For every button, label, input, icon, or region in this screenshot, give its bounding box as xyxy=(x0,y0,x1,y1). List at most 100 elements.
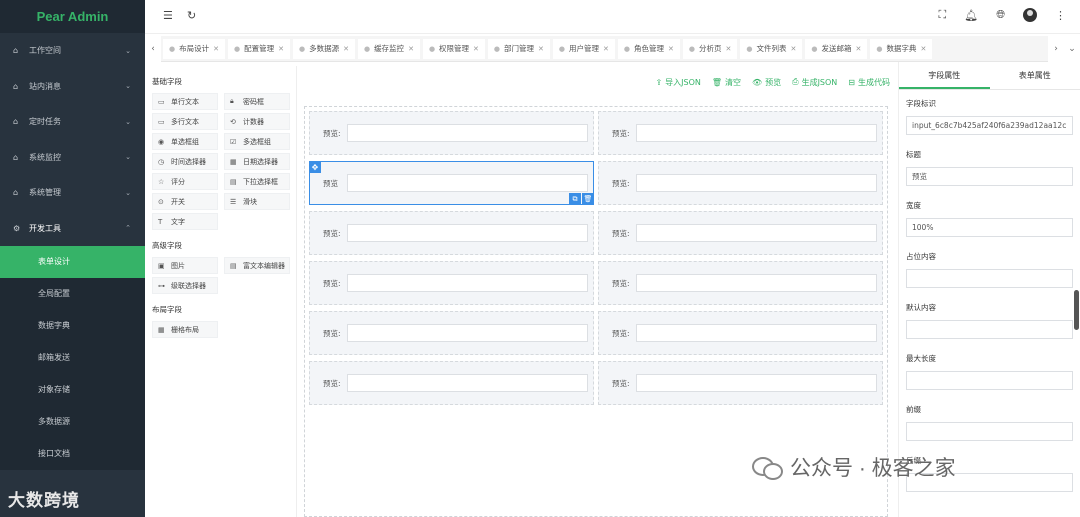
property-input[interactable]: 预览 xyxy=(906,167,1073,186)
tab-form-properties[interactable]: 表单属性 xyxy=(990,62,1080,89)
sidebar-item[interactable]: ⌂ 工作空间 ⌄ xyxy=(0,33,145,69)
form-field-selected[interactable]: 预览 ✥ ⧉ 🗑︎ xyxy=(309,161,594,205)
form-field-input[interactable] xyxy=(347,324,588,342)
fullscreen-icon[interactable]: ⛶ xyxy=(939,8,947,22)
clear-button[interactable]: 🗑︎ 清空 xyxy=(712,77,741,88)
palette-item[interactable]: ▣ 图片 xyxy=(152,257,218,274)
form-field[interactable]: 预览: xyxy=(309,261,594,305)
palette-item[interactable]: ▤ 下拉选择框 xyxy=(224,173,290,190)
form-field-input[interactable] xyxy=(636,324,877,342)
sidebar-item[interactable]: ⚙ 开发工具 ⌃ xyxy=(0,211,145,247)
gen-code-button[interactable]: ⊟ 生成代码 xyxy=(848,77,890,88)
form-field-input[interactable] xyxy=(347,124,588,142)
grid-row[interactable]: 预览: 预览: xyxy=(309,111,883,155)
globe-icon[interactable]: 🌐︎ xyxy=(996,8,1005,22)
tab-item[interactable]: ● 布局设计 ✕ xyxy=(163,38,225,59)
tab-item[interactable]: ● 部门管理 ✕ xyxy=(487,38,550,59)
form-field-input[interactable] xyxy=(636,224,877,242)
sidebar-item[interactable]: ⌂ 定时任务 ⌄ xyxy=(0,104,145,140)
sidebar-item[interactable]: ⌂ 系统管理 ⌄ xyxy=(0,175,145,211)
bell-icon[interactable]: 🔔︎ xyxy=(964,9,978,22)
copy-icon[interactable]: ⧉ xyxy=(569,193,581,205)
properties-scrollbar[interactable] xyxy=(1074,290,1079,330)
tab-item[interactable]: ● 文件列表 ✕ xyxy=(740,38,803,59)
form-field[interactable]: 预览: xyxy=(309,311,594,355)
property-input[interactable] xyxy=(906,269,1073,288)
close-icon[interactable]: ✕ xyxy=(278,45,284,53)
tab-item[interactable]: ● 缓存监控 ✕ xyxy=(357,38,420,59)
sidebar-subitem[interactable]: 表单设计 xyxy=(0,246,145,278)
grid-row[interactable]: 预览: 预览: xyxy=(309,311,883,355)
tab-item[interactable]: ● 发送邮箱 ✕ xyxy=(805,38,868,59)
close-icon[interactable]: ✕ xyxy=(790,45,796,53)
property-input[interactable] xyxy=(906,422,1073,441)
grid-row[interactable]: 预览: 预览: xyxy=(309,211,883,255)
form-field[interactable]: 预览: xyxy=(598,161,883,205)
form-field-input[interactable] xyxy=(636,174,877,192)
close-icon[interactable]: ✕ xyxy=(343,45,349,53)
close-icon[interactable]: ✕ xyxy=(408,45,414,53)
form-field-input[interactable] xyxy=(347,224,588,242)
palette-item[interactable]: ⊶ 级联选择器 xyxy=(152,277,218,294)
close-icon[interactable]: ✕ xyxy=(920,45,926,53)
close-icon[interactable]: ✕ xyxy=(725,45,731,53)
form-field[interactable]: 预览: xyxy=(598,361,883,405)
more-icon[interactable]: ⋮ xyxy=(1055,9,1066,22)
close-icon[interactable]: ✕ xyxy=(855,45,861,53)
palette-item[interactable]: T 文字 xyxy=(152,213,218,230)
sidebar-subitem[interactable]: 邮箱发送 xyxy=(0,342,145,374)
sidebar-subitem[interactable]: 接口文档 xyxy=(0,438,145,470)
form-field-input[interactable] xyxy=(636,124,877,142)
grid-row[interactable]: 预览: 预览: xyxy=(309,361,883,405)
import-json-button[interactable]: ⇪ 导入JSON xyxy=(655,77,700,88)
form-field[interactable]: 预览: xyxy=(598,261,883,305)
palette-item[interactable]: ▭ 多行文本 xyxy=(152,113,218,130)
close-icon[interactable]: ✕ xyxy=(213,45,219,53)
sidebar-item[interactable]: ⌂ 站内消息 ⌄ xyxy=(0,69,145,105)
palette-item[interactable]: ☰ 滑块 xyxy=(224,193,290,210)
grid-row[interactable]: 预览: 预览: xyxy=(309,261,883,305)
palette-item[interactable]: ▦ 日期选择器 xyxy=(224,153,290,170)
sidebar-subitem[interactable]: 数据字典 xyxy=(0,310,145,342)
form-field[interactable]: 预览: xyxy=(598,111,883,155)
form-field[interactable]: 预览: xyxy=(309,361,594,405)
palette-item[interactable]: ◷ 时间选择器 xyxy=(152,153,218,170)
sidebar-subitem[interactable]: 多数据源 xyxy=(0,406,145,438)
palette-item[interactable]: ⟲ 计数器 xyxy=(224,113,290,130)
tab-item[interactable]: ● 配置管理 ✕ xyxy=(227,38,290,59)
form-field[interactable]: 预览: xyxy=(598,311,883,355)
form-field[interactable]: 预览: xyxy=(598,211,883,255)
tab-item[interactable]: ● 分析页 ✕ xyxy=(682,38,738,59)
form-field-input[interactable] xyxy=(347,274,588,292)
form-field-input[interactable] xyxy=(636,274,877,292)
close-icon[interactable]: ✕ xyxy=(473,45,479,53)
avatar[interactable] xyxy=(1023,8,1037,22)
tab-next-icon[interactable]: › xyxy=(1048,35,1064,62)
close-icon[interactable]: ✕ xyxy=(603,45,609,53)
form-field-input[interactable] xyxy=(636,374,877,392)
close-icon[interactable]: ✕ xyxy=(538,45,544,53)
refresh-icon[interactable]: ↻ xyxy=(187,9,196,22)
sidebar-item[interactable]: ⌂ 系统监控 ⌄ xyxy=(0,140,145,176)
tab-dropdown-icon[interactable]: ⌄ xyxy=(1064,35,1080,62)
gen-json-button[interactable]: ⎙ 生成JSON xyxy=(792,77,837,88)
form-field-input[interactable] xyxy=(347,174,588,192)
move-icon[interactable]: ✥ xyxy=(309,161,321,173)
palette-item[interactable]: ☆ 评分 xyxy=(152,173,218,190)
tab-item[interactable]: ● 数据字典 ✕ xyxy=(870,38,933,59)
property-input[interactable] xyxy=(906,320,1073,339)
palette-item[interactable]: ▦ 栅格布局 xyxy=(152,321,218,338)
property-input[interactable]: 100% xyxy=(906,218,1073,237)
tab-item[interactable]: ● 用户管理 ✕ xyxy=(552,38,615,59)
preview-button[interactable]: 👁︎ 预览 xyxy=(752,77,781,88)
palette-item[interactable]: ◉ 单选框组 xyxy=(152,133,218,150)
palette-item[interactable]: ☑ 多选框组 xyxy=(224,133,290,150)
tab-item[interactable]: ● 权限管理 ✕ xyxy=(422,38,485,59)
palette-item[interactable]: ▤ 富文本编辑器 xyxy=(224,257,290,274)
grid-row[interactable]: 预览 ✥ ⧉ 🗑︎ 预览: xyxy=(309,161,883,205)
palette-item[interactable]: 🔒︎ 密码框 xyxy=(224,93,290,110)
property-input[interactable] xyxy=(906,371,1073,390)
property-input[interactable]: input_6c8c7b425af240f6a239ad12aa12c xyxy=(906,116,1073,135)
menu-toggle-icon[interactable]: ☰ xyxy=(163,9,173,22)
sidebar-subitem[interactable]: 对象存储 xyxy=(0,374,145,406)
